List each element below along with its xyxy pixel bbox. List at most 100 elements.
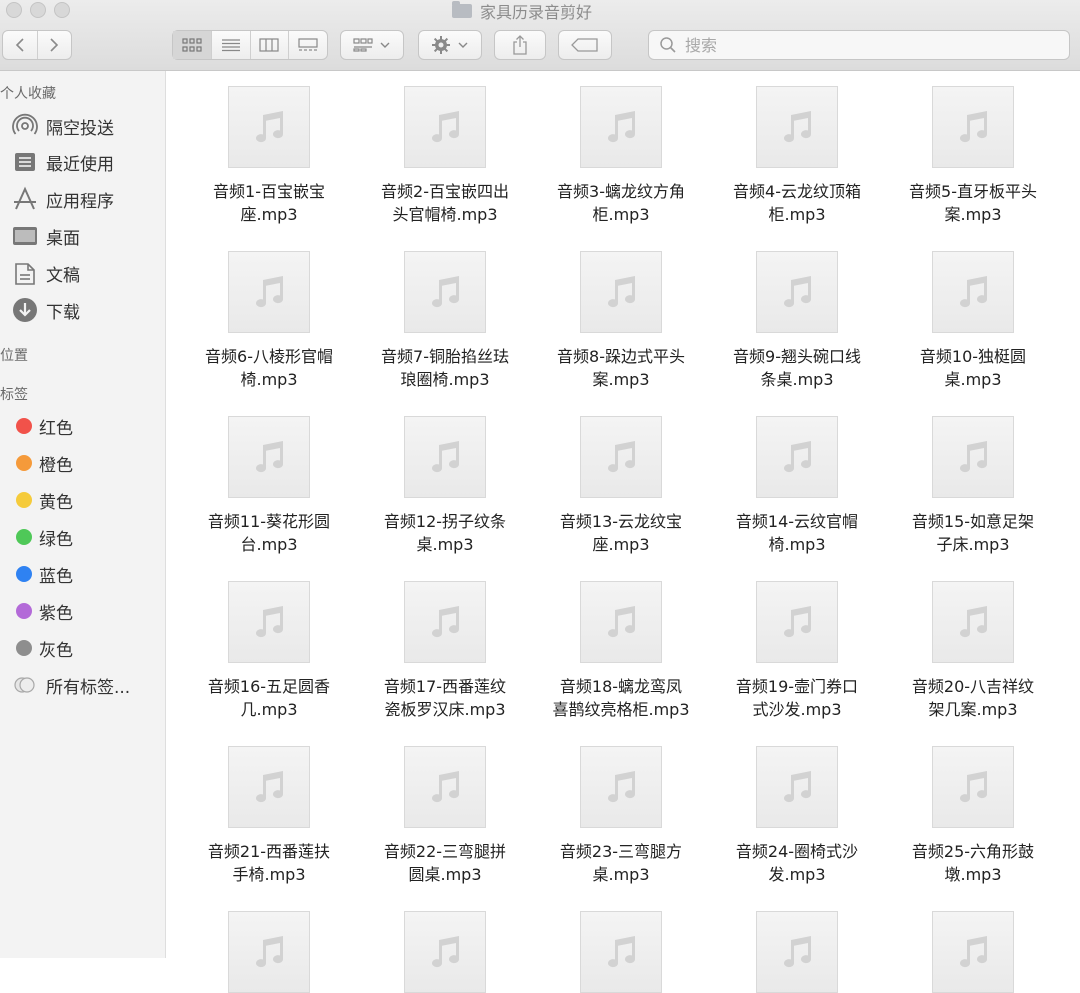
file-item[interactable]: 音频14-云纹官帽 椅.mp3: [712, 416, 882, 556]
sidebar-tag-item[interactable]: 黄色: [10, 485, 73, 515]
music-note-icon: [256, 276, 284, 308]
file-name-line: 圆桌.mp3: [408, 865, 482, 884]
sidebar-item-all-tags[interactable]: 所有标签...: [10, 670, 130, 700]
file-item[interactable]: 音频3-螭龙纹方角 柜.mp3: [536, 86, 706, 226]
file-item[interactable]: 音频24-圈椅式沙 发.mp3: [712, 746, 882, 886]
file-item[interactable]: 音频21-西番莲扶 手椅.mp3: [184, 746, 354, 886]
file-name-line: 音频21-西番莲扶: [207, 842, 331, 861]
action-menu-button[interactable]: [418, 30, 482, 60]
sidebar-tag-item[interactable]: 橙色: [10, 448, 73, 478]
search-field[interactable]: [648, 30, 1070, 60]
file-item-partial[interactable]: [184, 911, 354, 993]
music-note-icon: [432, 441, 460, 473]
audio-file-icon: [756, 746, 838, 828]
close-window-button[interactable]: [6, 2, 22, 18]
file-item[interactable]: 音频2-百宝嵌四出 头官帽椅.mp3: [360, 86, 530, 226]
zoom-window-button[interactable]: [54, 2, 70, 18]
search-input[interactable]: [683, 34, 1047, 56]
sidebar-item-airdrop[interactable]: 隔空投送: [10, 111, 114, 141]
tag-button[interactable]: [558, 30, 612, 60]
music-note-icon: [608, 111, 636, 143]
file-item-partial[interactable]: [360, 911, 530, 993]
file-name-line: 椅.mp3: [768, 535, 826, 554]
file-name-line: 音频25-六角形鼓: [911, 842, 1035, 861]
music-note-icon: [960, 606, 988, 638]
file-item[interactable]: 音频20-八吉祥纹 架几案.mp3: [888, 581, 1058, 721]
gallery-view-button[interactable]: [289, 31, 327, 59]
file-item[interactable]: 音频11-葵花形圆 台.mp3: [184, 416, 354, 556]
file-name-line: 几.mp3: [240, 700, 298, 719]
sidebar-tag-item[interactable]: 蓝色: [10, 559, 73, 589]
sidebar-tag-item[interactable]: 灰色: [10, 633, 73, 663]
file-item[interactable]: 音频10-独梃圆 桌.mp3: [888, 251, 1058, 391]
sidebar-tag-label: 绿色: [39, 529, 73, 550]
group-by-button[interactable]: [340, 30, 404, 60]
file-item[interactable]: 音频23-三弯腿方 桌.mp3: [536, 746, 706, 886]
file-name-line: 音频17-西番莲纹: [383, 677, 507, 696]
file-name-line: 琅圈椅.mp3: [400, 370, 490, 389]
sidebar-item-label: 所有标签...: [46, 677, 131, 698]
file-item[interactable]: 音频9-翘头碗口线 条桌.mp3: [712, 251, 882, 391]
file-name-line: 柜.mp3: [592, 205, 650, 224]
music-note-icon: [256, 771, 284, 803]
file-item[interactable]: 音频5-直牙板平头 案.mp3: [888, 86, 1058, 226]
file-name: 音频24-圈椅式沙 发.mp3: [712, 840, 882, 886]
file-name-line: 瓷板罗汉床.mp3: [384, 700, 506, 719]
file-item[interactable]: 音频18-螭龙鸾凤 喜鹊纹亮格柜.mp3: [536, 581, 706, 721]
sidebar-item-downloads[interactable]: 下载: [10, 295, 80, 325]
minimize-window-button[interactable]: [30, 2, 46, 18]
file-name: 音频2-百宝嵌四出 头官帽椅.mp3: [360, 180, 530, 226]
sidebar-item-desktop[interactable]: 桌面: [10, 221, 80, 251]
audio-file-icon: [756, 251, 838, 333]
music-note-icon: [960, 276, 988, 308]
list-view-button[interactable]: [212, 31, 251, 59]
file-item[interactable]: 音频19-壸门券口 式沙发.mp3: [712, 581, 882, 721]
audio-file-icon: [756, 911, 838, 993]
file-name-line: 音频6-八棱形官帽: [205, 347, 333, 366]
search-icon: [660, 37, 676, 53]
back-button[interactable]: [3, 31, 38, 59]
tag-color-dot-icon: [16, 418, 32, 434]
icon-view-button[interactable]: [173, 31, 212, 59]
file-item[interactable]: 音频1-百宝嵌宝 座.mp3: [184, 86, 354, 226]
file-item[interactable]: 音频25-六角形鼓 墩.mp3: [888, 746, 1058, 886]
music-note-icon: [784, 441, 812, 473]
downloads-icon: [13, 298, 37, 322]
sidebar-tag-item[interactable]: 绿色: [10, 522, 73, 552]
file-item[interactable]: 音频12-拐子纹条 桌.mp3: [360, 416, 530, 556]
file-name-line: 音频2-百宝嵌四出: [381, 182, 509, 201]
file-item[interactable]: 音频8-跺边式平头 案.mp3: [536, 251, 706, 391]
file-name-line: 音频23-三弯腿方: [559, 842, 683, 861]
file-item[interactable]: 音频15-如意足架 子床.mp3: [888, 416, 1058, 556]
file-item[interactable]: 音频22-三弯腿拼 圆桌.mp3: [360, 746, 530, 886]
sidebar-item-documents[interactable]: 文稿: [10, 258, 80, 288]
group-grid-icon: [353, 38, 373, 52]
sidebar-tag-item[interactable]: 红色: [10, 411, 73, 441]
file-item[interactable]: 音频7-铜胎掐丝珐 琅圈椅.mp3: [360, 251, 530, 391]
forward-button[interactable]: [38, 31, 72, 59]
file-item[interactable]: 音频6-八棱形官帽 椅.mp3: [184, 251, 354, 391]
file-item-partial[interactable]: [888, 911, 1058, 993]
file-item[interactable]: 音频13-云龙纹宝 座.mp3: [536, 416, 706, 556]
file-name-line: 音频11-葵花形圆: [207, 512, 331, 531]
file-item[interactable]: 音频16-五足圆香 几.mp3: [184, 581, 354, 721]
column-view-button[interactable]: [251, 31, 290, 59]
music-note-icon: [784, 606, 812, 638]
file-item-partial[interactable]: [712, 911, 882, 993]
sidebar-item-recents[interactable]: 最近使用: [10, 147, 114, 177]
sidebar-tag-item[interactable]: 紫色: [10, 596, 73, 626]
gear-icon: [432, 36, 450, 54]
window-title: 家具历录音剪好: [452, 0, 592, 22]
sidebar-item-applications[interactable]: 应用程序: [10, 184, 114, 214]
file-item[interactable]: 音频17-西番莲纹 瓷板罗汉床.mp3: [360, 581, 530, 721]
share-button[interactable]: [494, 30, 546, 60]
file-item-partial[interactable]: [536, 911, 706, 993]
file-item[interactable]: 音频4-云龙纹顶箱 柜.mp3: [712, 86, 882, 226]
file-name: 音频11-葵花形圆 台.mp3: [184, 510, 354, 556]
sidebar-tag-label: 橙色: [39, 455, 73, 476]
file-name: 音频4-云龙纹顶箱 柜.mp3: [712, 180, 882, 226]
file-name: 音频14-云纹官帽 椅.mp3: [712, 510, 882, 556]
file-name-line: 音频8-跺边式平头: [557, 347, 685, 366]
file-name: 音频19-壸门券口 式沙发.mp3: [712, 675, 882, 721]
audio-file-icon: [756, 86, 838, 168]
